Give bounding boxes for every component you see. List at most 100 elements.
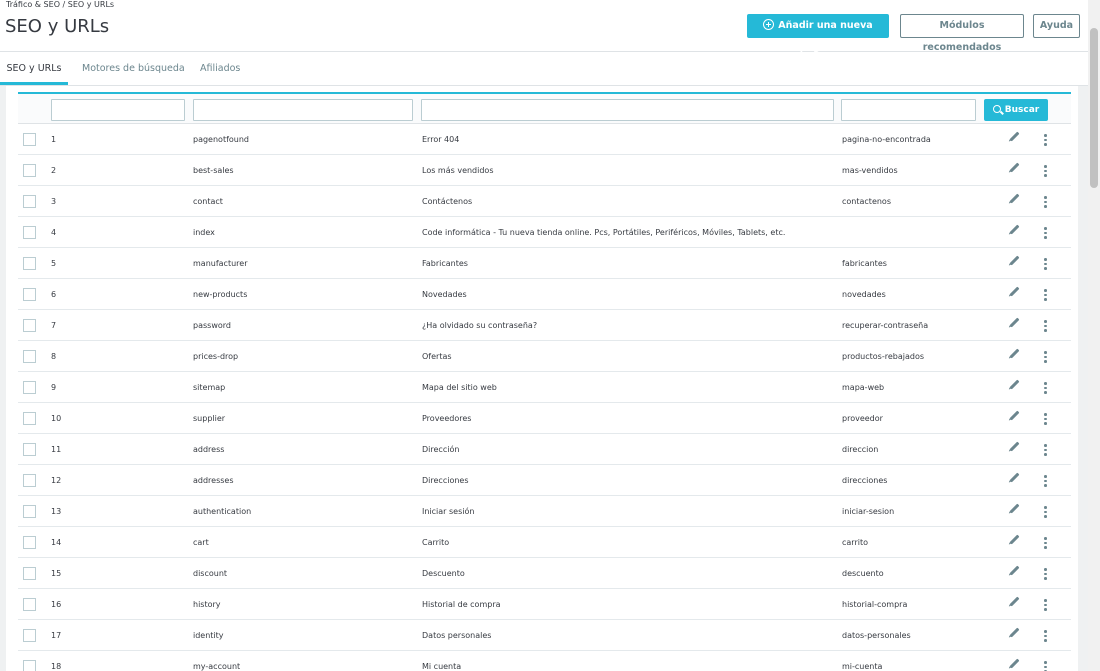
kebab-icon[interactable] (1044, 289, 1047, 301)
cell-url: novedades (842, 290, 886, 299)
kebab-icon[interactable] (1044, 537, 1047, 549)
row-checkbox[interactable] (23, 629, 36, 642)
table-row[interactable]: 7 password ¿Ha olvidado su contraseña? recu… (18, 310, 1071, 341)
row-checkbox[interactable] (23, 505, 36, 518)
table-row[interactable]: 4 index Code informática - Tu nueva tienda… (18, 217, 1071, 248)
kebab-icon[interactable] (1044, 413, 1047, 425)
pencil-icon[interactable] (1009, 565, 1020, 576)
pencil-icon[interactable] (1009, 534, 1020, 545)
table-row[interactable]: 3 contact Contáctenos contactenos (18, 186, 1071, 217)
row-checkbox[interactable] (23, 598, 36, 611)
row-checkbox[interactable] (23, 350, 36, 363)
cell-url: recuperar-contraseña (842, 321, 929, 330)
cell-page: manufacturer (193, 259, 248, 268)
pencil-icon[interactable] (1009, 627, 1020, 638)
table-body: 1 pagenotfound Error 404 pagina-no-encontra… (18, 124, 1071, 671)
recommended-modules-button[interactable]: Módulos recomendados (900, 14, 1024, 53)
pencil-icon[interactable] (1009, 658, 1020, 669)
tab-affiliates[interactable]: Afiliados (200, 52, 240, 85)
row-checkbox[interactable] (23, 288, 36, 301)
table-row[interactable]: 14 cart Carrito carrito (18, 527, 1071, 558)
row-checkbox[interactable] (23, 536, 36, 549)
kebab-icon[interactable] (1044, 351, 1047, 363)
row-checkbox[interactable] (23, 164, 36, 177)
filter-title-input[interactable] (421, 99, 834, 121)
kebab-icon[interactable] (1044, 227, 1047, 239)
scrollbar-thumb[interactable] (1090, 28, 1098, 188)
table-row[interactable]: 1 pagenotfound Error 404 pagina-no-encontra… (18, 124, 1071, 155)
kebab-icon[interactable] (1044, 568, 1047, 580)
table-row[interactable]: 13 authentication Iniciar sesión iniciar-se… (18, 496, 1071, 527)
cell-url: historial-compra (842, 600, 908, 609)
kebab-icon[interactable] (1044, 134, 1047, 146)
pencil-icon[interactable] (1009, 596, 1020, 607)
kebab-icon[interactable] (1044, 599, 1047, 611)
table-row[interactable]: 5 manufacturer Fabricantes fabricantes (18, 248, 1071, 279)
kebab-icon[interactable] (1044, 661, 1047, 671)
row-checkbox[interactable] (23, 319, 36, 332)
row-checkbox[interactable] (23, 474, 36, 487)
cell-title: Proveedores (422, 414, 472, 423)
add-new-page-button[interactable]: Añadir una nueva página (747, 14, 889, 53)
breadcrumb-parent[interactable]: Tráfico & SEO (6, 0, 60, 9)
table-row[interactable]: 15 discount Descuento descuento (18, 558, 1071, 589)
tab-search-engines[interactable]: Motores de búsqueda (82, 52, 185, 85)
pencil-icon[interactable] (1009, 441, 1020, 452)
pencil-icon[interactable] (1009, 410, 1020, 421)
row-checkbox[interactable] (23, 412, 36, 425)
tab-seo-urls[interactable]: SEO y URLs (0, 52, 68, 85)
cell-id: 8 (51, 352, 57, 361)
row-checkbox[interactable] (23, 133, 36, 146)
kebab-icon[interactable] (1044, 165, 1047, 177)
table-row[interactable]: 8 prices-drop Ofertas productos-rebajados (18, 341, 1071, 372)
pencil-icon[interactable] (1009, 255, 1020, 266)
kebab-icon[interactable] (1044, 258, 1047, 270)
pencil-icon[interactable] (1009, 286, 1020, 297)
page-scrollbar[interactable] (1088, 0, 1100, 671)
filter-url-input[interactable] (841, 99, 976, 121)
table-row[interactable]: 16 history Historial de compra historial-co… (18, 589, 1071, 620)
cell-url: productos-rebajados (842, 352, 924, 361)
table-row[interactable]: 6 new-products Novedades novedades (18, 279, 1071, 310)
row-checkbox[interactable] (23, 195, 36, 208)
filter-page-input[interactable] (193, 99, 413, 121)
table-row[interactable]: 2 best-sales Los más vendidos mas-vendidos (18, 155, 1071, 186)
cell-id: 16 (51, 600, 62, 609)
table-row[interactable]: 11 address Dirección direccion (18, 434, 1071, 465)
pencil-icon[interactable] (1009, 317, 1020, 328)
cell-id: 4 (51, 228, 57, 237)
pencil-icon[interactable] (1009, 503, 1020, 514)
pencil-icon[interactable] (1009, 162, 1020, 173)
search-button-label: Buscar (1004, 105, 1040, 115)
kebab-icon[interactable] (1044, 444, 1047, 456)
row-checkbox[interactable] (23, 567, 36, 580)
pencil-icon[interactable] (1009, 472, 1020, 483)
kebab-icon[interactable] (1044, 630, 1047, 642)
row-checkbox[interactable] (23, 381, 36, 394)
cell-url: fabricantes (842, 259, 887, 268)
row-checkbox[interactable] (23, 226, 36, 239)
table-row[interactable]: 10 supplier Proveedores proveedor (18, 403, 1071, 434)
filter-id-input[interactable] (51, 99, 185, 121)
table-row[interactable]: 9 sitemap Mapa del sitio web mapa-web (18, 372, 1071, 403)
kebab-icon[interactable] (1044, 320, 1047, 332)
cell-id: 15 (51, 569, 62, 578)
kebab-icon[interactable] (1044, 196, 1047, 208)
pencil-icon[interactable] (1009, 348, 1020, 359)
row-checkbox[interactable] (23, 660, 36, 671)
pencil-icon[interactable] (1009, 379, 1020, 390)
pencil-icon[interactable] (1009, 131, 1020, 142)
search-button[interactable]: Buscar (984, 99, 1048, 121)
kebab-icon[interactable] (1044, 506, 1047, 518)
cell-id: 5 (51, 259, 57, 268)
kebab-icon[interactable] (1044, 382, 1047, 394)
table-row[interactable]: 18 my-account Mi cuenta mi-cuenta (18, 651, 1071, 671)
row-checkbox[interactable] (23, 257, 36, 270)
help-button[interactable]: Ayuda (1033, 14, 1080, 38)
kebab-icon[interactable] (1044, 475, 1047, 487)
pencil-icon[interactable] (1009, 193, 1020, 204)
row-checkbox[interactable] (23, 443, 36, 456)
table-row[interactable]: 12 addresses Direcciones direcciones (18, 465, 1071, 496)
table-row[interactable]: 17 identity Datos personales datos-personal… (18, 620, 1071, 651)
pencil-icon[interactable] (1009, 224, 1020, 235)
